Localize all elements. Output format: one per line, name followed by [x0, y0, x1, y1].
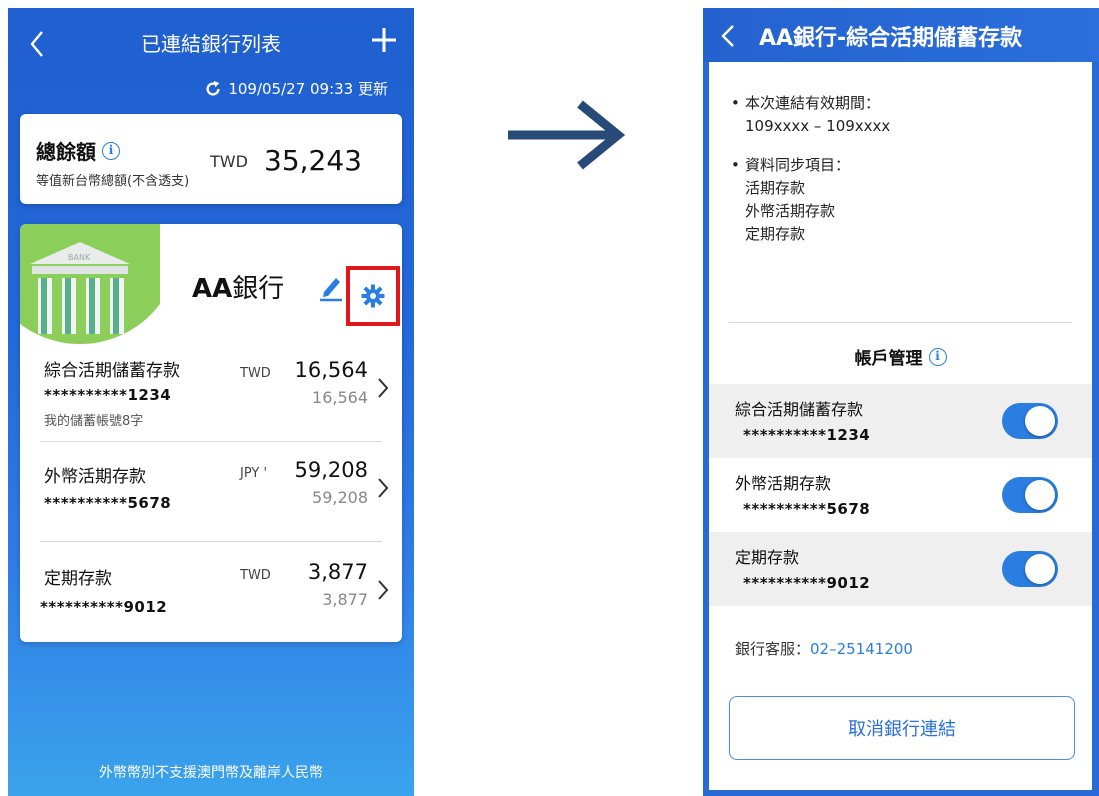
sync-label: 資料同步項目： — [745, 156, 851, 174]
chevron-right-icon[interactable] — [376, 476, 390, 500]
account-currency: JPY ' — [240, 466, 268, 481]
refresh-icon[interactable] — [204, 80, 222, 98]
account-number: **********9012 — [743, 574, 871, 592]
chevron-right-icon[interactable] — [376, 578, 390, 602]
account-amount: 3,877 — [307, 560, 368, 584]
account-name: 定期存款 — [44, 569, 112, 589]
back-icon[interactable] — [719, 22, 737, 50]
toggle-knob — [1025, 554, 1055, 584]
chevron-right-icon[interactable] — [376, 376, 390, 400]
service-phone-link[interactable]: 02–25141200 — [810, 640, 913, 658]
account-currency: TWD — [240, 366, 271, 381]
header-bar: AA銀行-綜合活期儲蓄存款 — [703, 8, 1099, 62]
account-currency: TWD — [240, 568, 271, 583]
bullet: • — [731, 94, 740, 112]
total-title: 總餘額 i — [36, 136, 120, 165]
total-currency: TWD — [210, 152, 248, 171]
total-title-label: 總餘額 — [36, 140, 96, 164]
account-number: **********1234 — [44, 386, 172, 404]
total-amount: 35,243 — [264, 144, 362, 177]
bank-art-label: BANK — [68, 253, 91, 262]
sync-section: • 資料同步項目： 活期存款 外幣活期存款 定期存款 — [731, 154, 850, 246]
update-text: 109/05/27 09:33 更新 — [228, 80, 388, 98]
info-icon[interactable]: i — [102, 141, 120, 160]
account-name: 定期存款 — [735, 548, 800, 567]
bank-building-icon: BANK — [20, 224, 160, 344]
account-toggle-row: 定期存款 **********9012 — [709, 532, 1092, 606]
gear-icon[interactable] — [361, 284, 385, 308]
account-nickname: 我的儲蓄帳號8字 — [44, 414, 144, 429]
toggle-knob — [1025, 406, 1055, 436]
service-label: 銀行客服： — [735, 640, 811, 658]
account-number: **********9012 — [40, 598, 168, 616]
bank-name-latin: AA — [192, 274, 233, 304]
account-subamount: 3,877 — [322, 590, 368, 609]
account-toggle[interactable] — [1002, 551, 1058, 587]
validity-value: 109xxxx – 109xxxx — [745, 117, 891, 135]
account-row[interactable]: 綜合活期儲蓄存款 **********1234 我的儲蓄帳號8字 TWD 16,… — [20, 342, 402, 442]
account-subamount: 59,208 — [312, 488, 368, 507]
cancel-bank-link-button[interactable]: 取消銀行連結 — [729, 696, 1075, 760]
bank-name-cjk: 銀行 — [232, 274, 285, 304]
sync-item: 外幣活期存款 — [745, 202, 836, 220]
arrow-right-icon — [508, 100, 626, 170]
divider — [729, 322, 1072, 323]
account-toggle-row: 綜合活期儲蓄存款 **********1234 — [709, 384, 1092, 458]
sync-item: 定期存款 — [745, 225, 806, 243]
bank-name: AA銀行 — [192, 268, 284, 305]
bullet: • — [731, 156, 740, 174]
account-name: 綜合活期儲蓄存款 — [44, 361, 180, 381]
account-toggle-row: 外幣活期存款 **********5678 — [709, 458, 1092, 532]
validity-label: 本次連結有效期間： — [745, 94, 881, 112]
account-toggle[interactable] — [1002, 403, 1058, 439]
account-settings-screen: AA銀行-綜合活期儲蓄存款 • 本次連結有效期間： 109xxxx – 109xx… — [703, 8, 1099, 796]
account-name: 外幣活期存款 — [44, 467, 146, 487]
customer-service: 銀行客服：02–25141200 — [735, 638, 913, 659]
info-icon[interactable]: i — [928, 347, 947, 366]
page-title: 已連結銀行列表 — [141, 32, 281, 56]
update-status: 109/05/27 09:33 更新 — [204, 78, 388, 99]
account-number: **********1234 — [743, 426, 871, 444]
account-subamount: 16,564 — [312, 388, 368, 407]
total-subtitle: 等值新台幣總額(不含透支) — [36, 174, 190, 189]
account-amount: 16,564 — [294, 358, 368, 382]
settings-panel: • 本次連結有效期間： 109xxxx – 109xxxx • 資料同步項目： 活期… — [709, 62, 1092, 790]
linked-banks-screen: 已連結銀行列表 109/05/27 09:33 更新 總餘額 i 等值新台幣總額… — [8, 8, 414, 796]
account-row[interactable]: 外幣活期存款 **********5678 JPY ' 59,208 59,20… — [20, 442, 402, 542]
account-toggle[interactable] — [1002, 477, 1058, 513]
account-name: 外幣活期存款 — [735, 474, 832, 493]
account-row[interactable]: 定期存款 **********9012 TWD 3,877 3,877 — [20, 542, 402, 642]
settings-highlight — [346, 266, 400, 326]
account-number: **********5678 — [743, 500, 871, 518]
sync-item: 活期存款 — [745, 179, 806, 197]
validity-section: • 本次連結有效期間： 109xxxx – 109xxxx — [731, 92, 890, 138]
account-amount: 59,208 — [294, 458, 368, 482]
footer-note: 外幣幣別不支援澳門幣及離岸人民幣 — [99, 765, 323, 781]
edit-icon[interactable] — [318, 272, 344, 302]
toggle-knob — [1025, 480, 1055, 510]
page-title: AA銀行-綜合活期儲蓄存款 — [759, 26, 1023, 51]
account-management-title: 帳戶管理 i — [709, 344, 1092, 369]
account-name: 綜合活期儲蓄存款 — [735, 400, 864, 419]
add-icon[interactable] — [370, 26, 398, 54]
bank-card: BANK AA銀行 綜合活期儲蓄存款 **********1234 我的儲蓄帳號… — [20, 224, 402, 642]
account-number: **********5678 — [44, 494, 172, 512]
total-balance-card: 總餘額 i 等值新台幣總額(不含透支) TWD 35,243 — [20, 114, 402, 204]
account-management-label: 帳戶管理 — [854, 349, 923, 369]
